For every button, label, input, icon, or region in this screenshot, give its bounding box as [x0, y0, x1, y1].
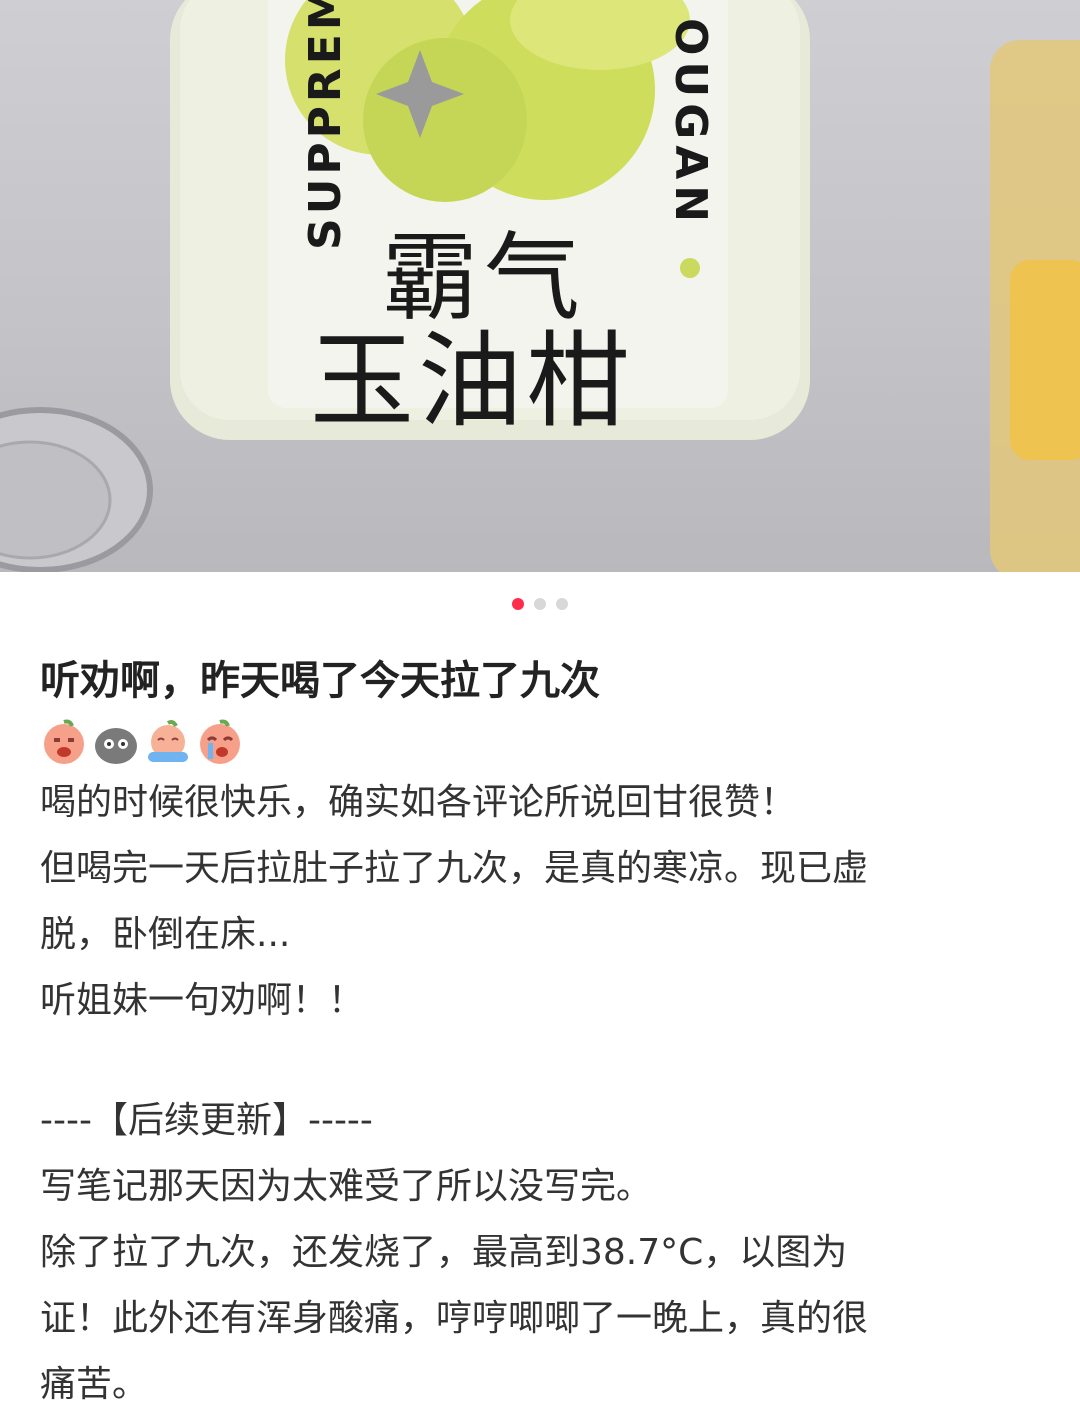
label-brand-line2: 玉油柑: [310, 320, 635, 442]
post-photo[interactable]: SUPPREM OUGAN 霸气 玉油柑: [0, 0, 1080, 572]
crying-face-emoji: [44, 719, 84, 764]
carousel-indicator: [0, 598, 1080, 610]
label-vertical-left: SUPPREM: [300, 0, 351, 250]
gray-blob-emoji: [95, 728, 137, 764]
carousel-dot[interactable]: [512, 598, 524, 610]
post-body-line: 脱，卧倒在床...: [40, 914, 291, 955]
carousel-dot[interactable]: [556, 598, 568, 610]
crying-face-emoji: [200, 719, 240, 764]
post-title: 听劝啊，昨天喝了今天拉了九次: [40, 658, 600, 704]
update-body-line: 证！此外还有浑身酸痛，哼哼唧唧了一晚上，真的很: [40, 1298, 869, 1339]
tears-face-emoji: [148, 720, 188, 762]
label-vertical-right: OUGAN: [665, 18, 716, 229]
update-body-line: 写笔记那天因为太难受了所以没写完。: [40, 1166, 653, 1207]
post-content: 听劝啊，昨天喝了今天拉了九次 喝的时候很快乐，确实如各评论所说回甘很赞！ 但喝完…: [40, 650, 1040, 1418]
update-heading: ----【后续更新】-----: [40, 1100, 373, 1141]
update-body-line: 痛苦。: [40, 1364, 149, 1405]
emoji-row: [40, 718, 1040, 770]
post-body-line: 但喝完一天后拉肚子拉了九次，是真的寒凉。现已虚: [40, 848, 869, 889]
carousel-dot[interactable]: [534, 598, 546, 610]
update-body-line: 除了拉了九次，还发烧了，最高到38.7°C，以图为: [40, 1232, 848, 1273]
post-body-line: 听姐妹一句劝啊！！: [40, 980, 365, 1021]
post-body-line: 喝的时候很快乐，确实如各评论所说回甘很赞！: [40, 782, 797, 823]
